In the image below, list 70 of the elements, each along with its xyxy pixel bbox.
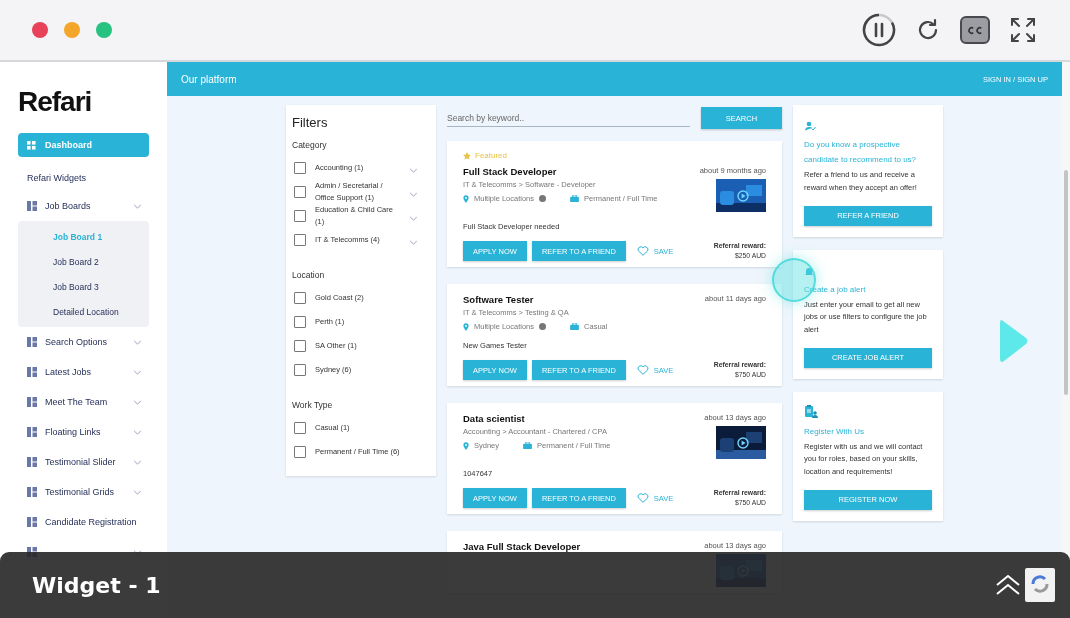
grid-icon (27, 487, 37, 497)
search-field[interactable]: Search by keyword.. (447, 109, 690, 127)
checkbox[interactable] (294, 210, 306, 222)
job-title[interactable]: Full Stack Developer (463, 166, 658, 177)
sidebar-item[interactable]: Testimonial Slider (45, 457, 116, 467)
star-icon (463, 151, 471, 160)
sidebar-item[interactable]: Meet The Team (45, 397, 108, 407)
sidebar-item[interactable]: Floating Links (45, 427, 101, 437)
heart-icon (636, 246, 649, 256)
info-icon[interactable] (539, 323, 547, 330)
heart-icon (636, 493, 649, 503)
sidebar-item[interactable]: Job Boards (45, 201, 91, 211)
checkbox[interactable] (294, 292, 306, 304)
filters-title: Filters (292, 115, 329, 130)
submenu-item[interactable]: Job Board 3 (18, 274, 149, 299)
location-pin-icon (463, 194, 469, 203)
info-icon[interactable] (539, 195, 547, 202)
job-title[interactable]: Data scientist (463, 413, 611, 424)
filter-heading: Category (292, 140, 328, 150)
bell-icon (804, 265, 814, 276)
logo[interactable]: Refari (18, 85, 167, 119)
location-pin-icon (463, 441, 469, 450)
checkbox[interactable] (294, 340, 306, 352)
checkbox[interactable] (294, 364, 306, 376)
fullscreen-icon[interactable] (1010, 17, 1036, 43)
sidebar-heading: Refari Widgets (27, 172, 88, 185)
submenu-item[interactable]: Job Board 2 (18, 249, 149, 274)
scrollbar[interactable] (1064, 170, 1068, 395)
sidebar-item[interactable]: Search Options (45, 337, 108, 347)
featured-label: Featured (475, 151, 508, 160)
checkbox[interactable] (294, 234, 306, 246)
filter-heading: Work Type (292, 400, 334, 410)
pause-icon[interactable] (862, 13, 896, 47)
circular-arrows-icon (1025, 568, 1055, 602)
double-chevron-up-icon[interactable] (995, 574, 1021, 596)
sidebar-item[interactable]: Candidate Registration (45, 517, 137, 527)
widget-title: Do you know a prospective candidate to recommend to us? (804, 139, 918, 166)
grid-icon (27, 517, 37, 527)
job-title[interactable]: Software Tester (463, 294, 608, 305)
briefcase-icon (570, 195, 580, 202)
grid-icon (27, 457, 37, 467)
checkbox[interactable] (294, 446, 306, 458)
cc-icon (966, 24, 984, 36)
header-title: Our platform (181, 73, 237, 85)
clipboard-person-icon (804, 403, 818, 418)
widget-title: Register With Us (804, 425, 865, 438)
checkbox[interactable] (294, 186, 306, 198)
grid-icon (27, 140, 36, 150)
checkbox[interactable] (294, 162, 306, 174)
replay-icon[interactable] (916, 18, 940, 42)
captions-button[interactable] (960, 16, 990, 44)
person-check-icon (804, 121, 816, 131)
grid-icon (27, 367, 37, 377)
caption: Widget - 1 (32, 572, 161, 598)
grid-icon (27, 201, 37, 211)
briefcase-icon (570, 323, 580, 330)
grid-icon (27, 397, 37, 407)
close-window-button[interactable] (32, 22, 48, 38)
briefcase-icon (523, 442, 533, 449)
grid-icon (27, 427, 37, 437)
location-pin-icon (463, 322, 469, 331)
heart-icon (636, 365, 649, 375)
checkbox[interactable] (294, 316, 306, 328)
sidebar-item[interactable]: Testimonial Grids (45, 487, 115, 497)
checkbox[interactable] (294, 422, 306, 434)
job-title[interactable]: Java Full Stack Developer (463, 541, 581, 552)
sidebar-item[interactable]: Latest Jobs (45, 367, 92, 377)
submenu-item[interactable]: Detailed Location (18, 299, 149, 324)
filter-heading: Location (292, 270, 326, 280)
grid-icon (27, 337, 37, 347)
